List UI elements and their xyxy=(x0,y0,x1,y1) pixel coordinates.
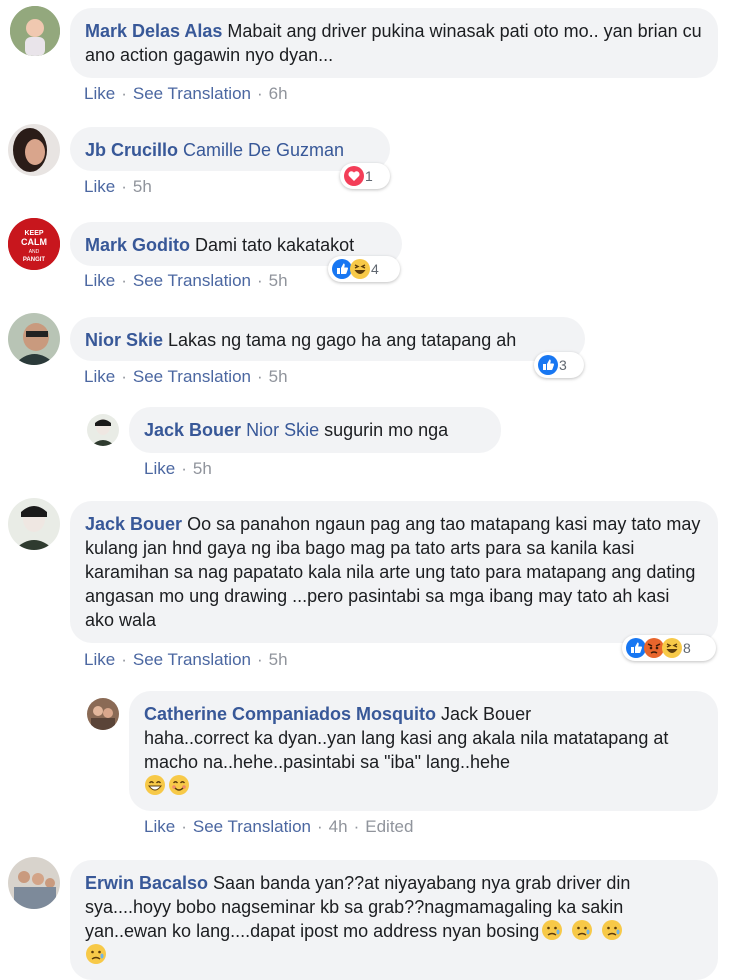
comment-bubble: Jack Bouer Oo sa panahon ngaun pag ang ta… xyxy=(70,501,718,643)
smiling-emoji-icon xyxy=(169,775,189,795)
comment-actions: Like · See Translation · 6h xyxy=(84,84,288,104)
separator: · xyxy=(181,459,187,478)
sad-emoji-icon xyxy=(602,920,623,940)
mention-link[interactable]: Jack Bouer xyxy=(441,704,531,724)
comment-author[interactable]: Catherine Companiados Mosquito xyxy=(144,704,436,724)
haha-react-icon xyxy=(350,259,370,279)
comment-text: sugurin mo nga xyxy=(324,420,449,440)
avatar[interactable] xyxy=(8,857,60,909)
separator: · xyxy=(353,817,360,836)
avatar[interactable] xyxy=(87,698,119,730)
avatar-photo-icon xyxy=(8,124,60,176)
comment-bubble: Catherine Companiados Mosquito Jack Bouer… xyxy=(129,691,718,811)
comment-actions: Like · See Translation · 5h xyxy=(84,650,288,670)
haha-react-icon xyxy=(662,638,682,658)
comment-bubble: Mark Delas Alas Mabait ang driver pukina … xyxy=(70,8,718,78)
reaction-count: 8 xyxy=(683,640,691,656)
comment-actions: Like · 5h xyxy=(144,459,212,479)
comment-timestamp[interactable]: 6h xyxy=(269,84,288,103)
avatar[interactable]: KEEP CALM AND PANGIT xyxy=(8,218,60,270)
avatar[interactable] xyxy=(8,124,60,176)
separator: · xyxy=(257,271,263,290)
like-link[interactable]: Like xyxy=(84,177,115,196)
separator: · xyxy=(257,367,263,386)
sad-emoji-icon xyxy=(542,920,563,940)
avatar[interactable] xyxy=(8,498,60,550)
keep-calm-avatar-icon: KEEP CALM AND PANGIT xyxy=(8,218,60,270)
grinning-emoji-icon xyxy=(145,775,165,795)
comment-bubble: Jack Bouer Nior Skie sugurin mo nga xyxy=(129,407,501,453)
comment-bubble: Nior Skie Lakas ng tama ng gago ha ang ta… xyxy=(70,317,585,361)
comment-text: Lakas ng tama ng gago ha ang tatapang ah xyxy=(168,330,517,350)
separator: · xyxy=(121,271,127,290)
comment-actions: Like · See Translation · 4h · Edited xyxy=(144,817,413,837)
avatar-text-1: KEEP xyxy=(24,230,43,237)
reaction-count: 3 xyxy=(559,357,567,373)
avatar-photo-icon xyxy=(87,414,119,446)
comment-author[interactable]: Jb Crucillo xyxy=(85,140,178,160)
avatar-photo-icon xyxy=(8,498,60,550)
comment-text: Dami tato kakatakot xyxy=(195,235,355,255)
see-translation-link[interactable]: See Translation xyxy=(193,817,311,836)
comment-actions: Like · 5h xyxy=(84,177,152,197)
comment-timestamp[interactable]: 5h xyxy=(269,650,288,669)
comment-actions: Like · See Translation · 5h xyxy=(84,271,288,291)
reaction-count: 1 xyxy=(365,168,373,184)
comment-author[interactable]: Erwin Bacalso xyxy=(85,873,208,893)
comment-timestamp[interactable]: 5h xyxy=(269,367,288,386)
like-react-icon xyxy=(538,355,558,375)
comment-timestamp[interactable]: 5h xyxy=(133,177,152,196)
separator: · xyxy=(317,817,323,836)
avatar-text-4: PANGIT xyxy=(23,257,46,263)
reaction-summary[interactable]: 1 xyxy=(340,163,390,189)
comment-timestamp[interactable]: 5h xyxy=(269,271,288,290)
mention-link[interactable]: Nior Skie xyxy=(246,420,319,440)
separator: · xyxy=(181,817,187,836)
see-translation-link[interactable]: See Translation xyxy=(133,367,251,386)
like-link[interactable]: Like xyxy=(84,650,115,669)
reaction-summary[interactable]: 3 xyxy=(534,352,584,378)
separator: · xyxy=(121,84,127,103)
see-translation-link[interactable]: See Translation xyxy=(133,271,251,290)
avatar[interactable] xyxy=(10,6,60,56)
comment-author[interactable]: Nior Skie xyxy=(85,330,163,350)
avatar-photo-icon xyxy=(87,698,119,730)
comment-timestamp[interactable]: 4h xyxy=(329,817,348,836)
comment-author[interactable]: Jack Bouer xyxy=(85,514,182,534)
heart-react-icon xyxy=(344,166,364,186)
like-link[interactable]: Like xyxy=(144,817,175,836)
edited-label[interactable]: Edited xyxy=(365,817,413,836)
avatar[interactable] xyxy=(8,313,60,365)
sad-emoji-icon xyxy=(572,920,593,940)
separator: · xyxy=(257,650,263,669)
like-link[interactable]: Like xyxy=(84,84,115,103)
reaction-summary[interactable]: 8 xyxy=(622,635,716,661)
reaction-summary[interactable]: 4 xyxy=(328,256,400,282)
separator: · xyxy=(121,367,127,386)
avatar-photo-icon xyxy=(10,6,60,56)
comment-author[interactable]: Mark Godito xyxy=(85,235,190,255)
like-link[interactable]: Like xyxy=(84,271,115,290)
separator: · xyxy=(121,650,127,669)
avatar[interactable] xyxy=(87,414,119,446)
separator: · xyxy=(257,84,263,103)
mention-link[interactable]: Camille De Guzman xyxy=(183,140,344,160)
separator: · xyxy=(121,177,127,196)
like-link[interactable]: Like xyxy=(84,367,115,386)
comment-bubble: Jb Crucillo Camille De Guzman xyxy=(70,127,390,171)
comment-text: haha..correct ka dyan..yan lang kasi ang… xyxy=(144,728,669,772)
comment-author[interactable]: Mark Delas Alas xyxy=(85,21,222,41)
comment-bubble: Erwin Bacalso Saan banda yan??at niyayaba… xyxy=(70,860,718,980)
avatar-photo-icon xyxy=(8,313,60,365)
avatar-photo-icon xyxy=(8,857,60,909)
comment-timestamp[interactable]: 5h xyxy=(193,459,212,478)
reaction-count: 4 xyxy=(371,261,379,277)
avatar-text-3: AND xyxy=(29,249,40,255)
comment-author[interactable]: Jack Bouer xyxy=(144,420,241,440)
like-link[interactable]: Like xyxy=(144,459,175,478)
avatar-text-2: CALM xyxy=(21,237,47,247)
see-translation-link[interactable]: See Translation xyxy=(133,84,251,103)
comment-actions: Like · See Translation · 5h xyxy=(84,367,288,387)
see-translation-link[interactable]: See Translation xyxy=(133,650,251,669)
